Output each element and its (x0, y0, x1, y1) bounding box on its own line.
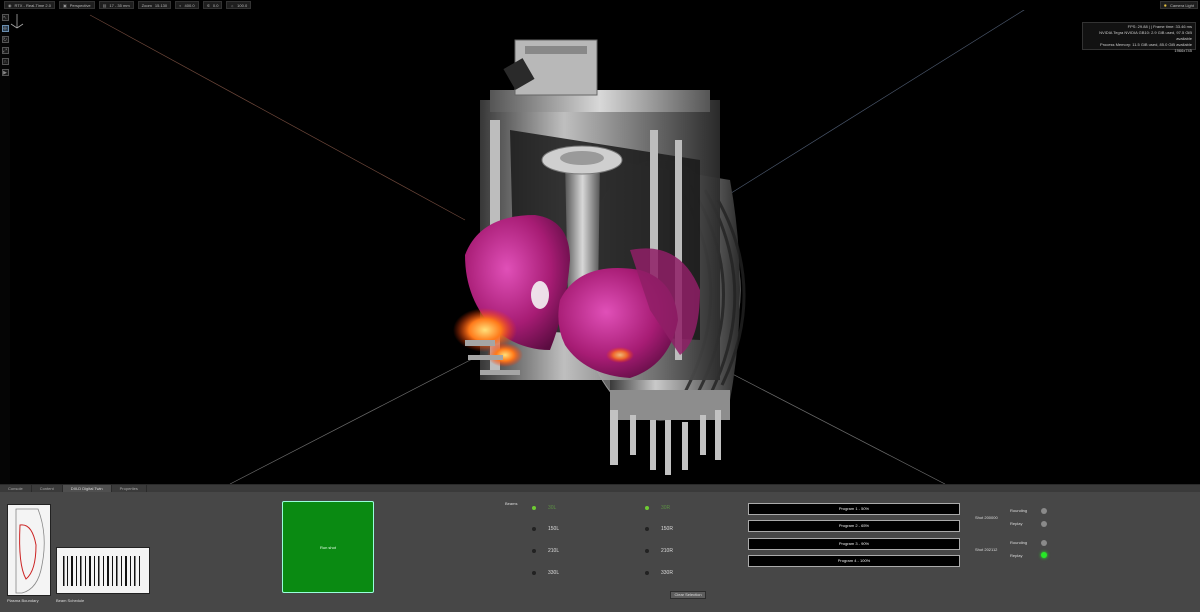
beam-indicator-icon (645, 549, 649, 553)
shot-1-rounding-indicator[interactable] (1041, 508, 1047, 514)
program-4-button[interactable]: Program 4 - 100% (748, 555, 960, 567)
beam-indicator-icon (645, 506, 649, 510)
beam-indicator-icon (532, 549, 536, 553)
beam-schedule-label: Beam Schedule (56, 598, 85, 603)
beam-schedule-icon (63, 556, 140, 586)
zoom-field[interactable]: Zoom 15.130 (137, 1, 172, 9)
shot-2-replay-label: Replay (1010, 553, 1023, 558)
camera-icon: ▣ (62, 2, 67, 8)
tab-digital-twin[interactable]: DIII-D Digital Twin (62, 485, 112, 492)
beam-210l[interactable]: 210L (532, 548, 559, 554)
camera-dropdown[interactable]: ▣ Perspective (58, 1, 95, 9)
tab-console[interactable]: Console (0, 485, 32, 492)
beam-schedule-thumbnail[interactable] (56, 547, 150, 594)
digital-twin-panel: Console Content DIII-D Digital Twin Prop… (0, 484, 1200, 612)
beam-indicator-icon (532, 571, 536, 575)
beam-330l[interactable]: 330L (532, 570, 559, 576)
beam-30r[interactable]: 30R (645, 505, 670, 511)
shot-1-label: Shot 200000 (975, 515, 998, 520)
shot-2-label: Shot 202112 (975, 547, 998, 552)
program-2-button[interactable]: Program 2 - 65% (748, 520, 960, 532)
stats-overlay: FPS: 29.88 | | Frame time: 33.46 ms NVID… (1082, 22, 1196, 53)
beam-indicator-icon (532, 506, 536, 510)
run-shot-button[interactable]: Run shot (282, 501, 374, 593)
light-icon: ✹ (1163, 2, 1167, 8)
eye-icon: ◉ (8, 2, 12, 8)
tab-content[interactable]: Content (32, 485, 63, 492)
lens-icon: ▤ (102, 2, 107, 8)
value-a-field[interactable]: ◐ 400.0 (175, 1, 199, 9)
move-tool-icon[interactable]: ✛ (1, 25, 9, 32)
beam-330r[interactable]: 330R (645, 570, 673, 576)
tokamak-scene (89, 10, 1025, 484)
beam-150r[interactable]: 150R (645, 526, 673, 532)
beam-indicator-icon (645, 571, 649, 575)
tool-strip: ↖ ✛ ↻ ⤢ ∩ ▶ (0, 10, 10, 484)
beam-indicator-icon (532, 527, 536, 531)
plasma-boundary-label: Plasma Boundary (7, 598, 39, 603)
shot-2-rounding-indicator[interactable] (1041, 540, 1047, 546)
beams-title: Beams (505, 501, 518, 506)
program-3-button[interactable]: Program 3 - 90% (748, 538, 960, 550)
shot-2-rounding-label: Rounding (1010, 540, 1028, 545)
clear-selection-button[interactable]: Clear Selection (670, 591, 706, 599)
axis-gizmo-icon (10, 14, 24, 29)
value-b-field[interactable]: ✲ 0.0 (202, 1, 223, 9)
shot-1-rounding-label: Rounding (1010, 508, 1028, 513)
lens-dropdown[interactable]: ▤ 17 - 35 mm (98, 1, 134, 9)
beam-indicator-icon (645, 527, 649, 531)
rotate-tool-icon[interactable]: ↻ (1, 36, 9, 43)
select-tool-icon[interactable]: ↖ (1, 14, 9, 21)
camera-light-toggle[interactable]: ✹ Camera Light (1159, 1, 1198, 9)
aperture-icon: ◐ (179, 2, 182, 8)
snap-tool-icon[interactable]: ∩ (1, 58, 9, 65)
shot-2-replay-indicator[interactable] (1041, 552, 1047, 558)
plasma-boundary-icon (15, 508, 45, 594)
gear-icon: ✲ (206, 2, 210, 8)
beam-30l[interactable]: 30L (532, 505, 556, 511)
sun-icon: ☼ (230, 2, 235, 8)
render-mode-dropdown[interactable]: ◉ RTX - Real-Time 2.0 (4, 1, 55, 9)
3d-viewport[interactable]: FPS: 29.88 | | Frame time: 33.46 ms NVID… (10, 10, 1200, 484)
plasma-boundary-thumbnail[interactable] (7, 504, 51, 596)
program-1-button[interactable]: Program 1 - 50% (748, 503, 960, 515)
beam-150l[interactable]: 150L (532, 526, 559, 532)
value-c-field[interactable]: ☼ 100.0 (226, 1, 252, 9)
tab-properties[interactable]: Properties (112, 485, 147, 492)
top-toolbar: ◉ RTX - Real-Time 2.0 ▣ Perspective ▤ 17 - … (0, 0, 1200, 10)
panel-tabs: Console Content DIII-D Digital Twin Prop… (0, 485, 1200, 492)
scale-tool-icon[interactable]: ⤢ (1, 47, 9, 54)
play-tool-icon[interactable]: ▶ (1, 69, 9, 76)
shot-1-replay-indicator[interactable] (1041, 521, 1047, 527)
shot-1-replay-label: Replay (1010, 521, 1023, 526)
beam-210r[interactable]: 210R (645, 548, 673, 554)
